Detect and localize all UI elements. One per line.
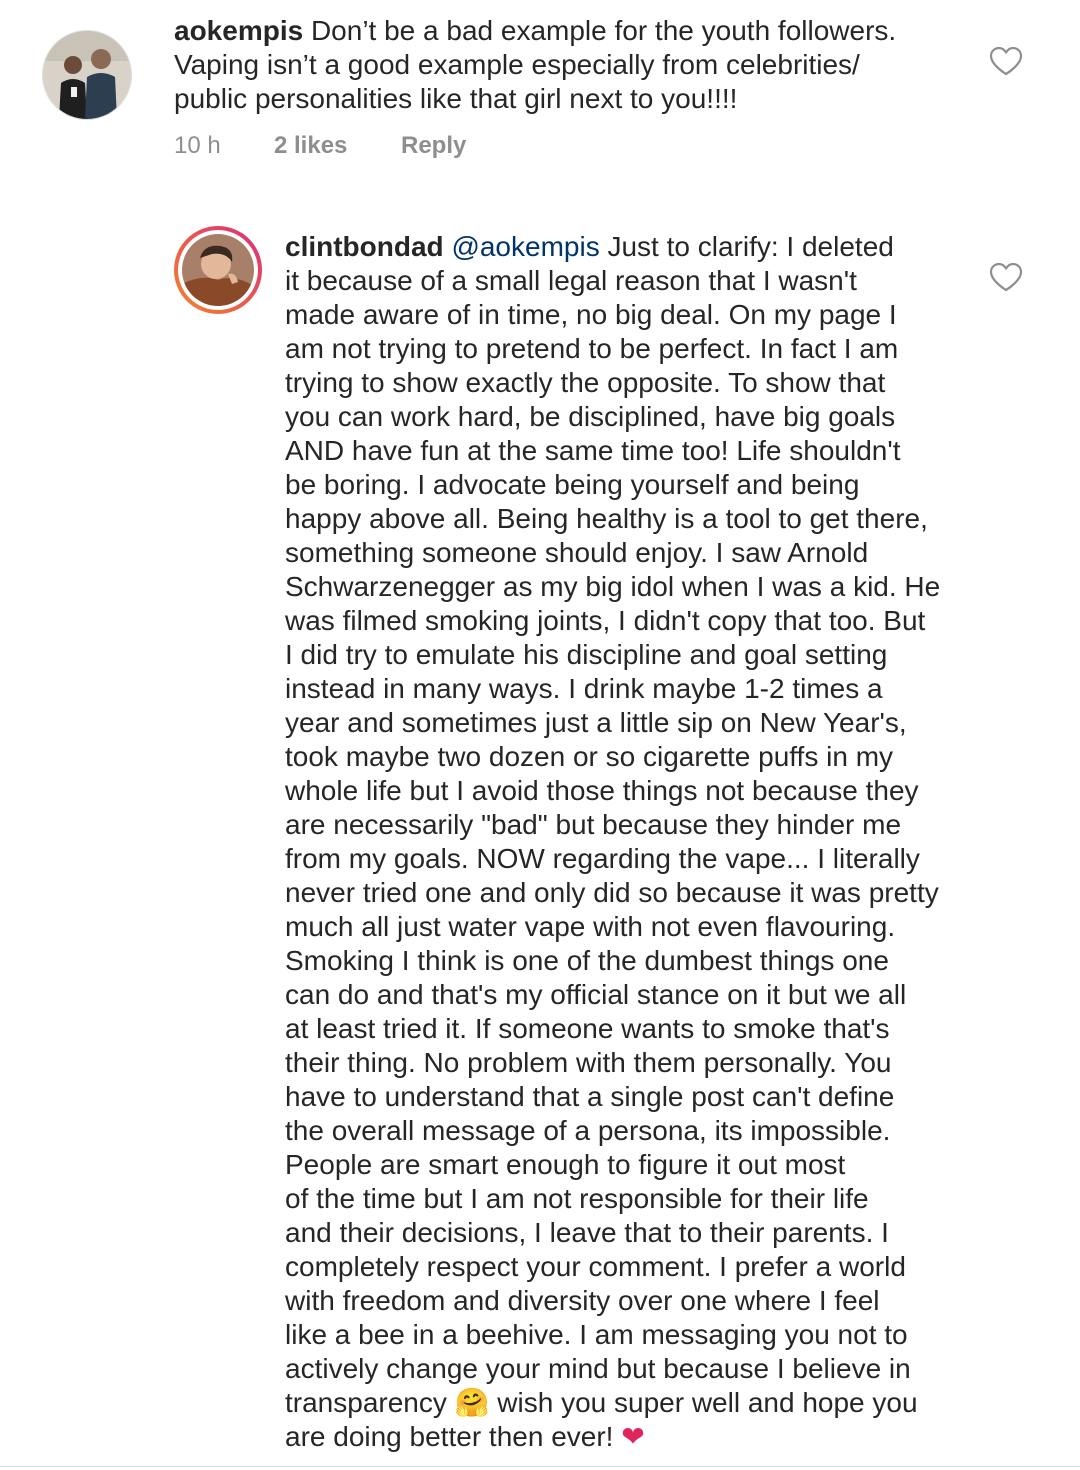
comment-line: Schwarzenegger as my big idol when I was… bbox=[285, 571, 941, 602]
comment-line: I did try to emulate his discipline and … bbox=[285, 639, 888, 670]
comment-line: year and sometimes just a little sip on … bbox=[285, 707, 907, 738]
comment-line: whole life but I avoid those things not … bbox=[285, 775, 919, 806]
comment-line: completely respect your comment. I prefe… bbox=[285, 1251, 906, 1282]
comment-line: trying to show exactly the opposite. To … bbox=[285, 367, 886, 398]
comment-last-line: are doing better then ever! ❤ bbox=[285, 1420, 985, 1454]
comment-line: am not trying to pretend to be perfect. … bbox=[285, 333, 899, 364]
avatar-aokempis[interactable] bbox=[42, 30, 132, 120]
avatar-clintbondad[interactable] bbox=[174, 226, 262, 314]
comment-line: their thing. No problem with them person… bbox=[285, 1047, 892, 1078]
mention-aokempis[interactable]: @aokempis bbox=[451, 231, 599, 262]
comment-time: 10 h bbox=[174, 132, 221, 159]
username-aokempis[interactable]: aokempis bbox=[174, 15, 303, 46]
comment-line: like a bee in a beehive. I am messaging … bbox=[285, 1319, 908, 1350]
comment-line: happy above all. Being healthy is a tool… bbox=[285, 503, 928, 534]
reply-button[interactable]: Reply bbox=[401, 132, 466, 160]
comment-line: from my goals. NOW regarding the vape...… bbox=[285, 843, 920, 874]
likes-count[interactable]: 2 likes bbox=[274, 132, 401, 160]
heart-outline-icon[interactable] bbox=[989, 46, 1023, 76]
comment-line: instead in many ways. I drink maybe 1-2 … bbox=[285, 673, 883, 704]
comment-line: made aware of in time, no big deal. On m… bbox=[285, 299, 897, 330]
comment-line: Smoking I think is one of the dumbest th… bbox=[285, 945, 889, 976]
comment-line: People are smart enough to figure it out… bbox=[285, 1149, 846, 1180]
comment-line: it because of a small legal reason that … bbox=[285, 265, 857, 296]
comment-line: something someone should enjoy. I saw Ar… bbox=[285, 537, 869, 568]
comment-line: never tried one and only did so because … bbox=[285, 877, 939, 908]
comment-line-text: transparency bbox=[285, 1387, 455, 1418]
comment-line: was filmed smoking joints, I didn't copy… bbox=[285, 605, 926, 636]
comment-line: much all just water vape with not even f… bbox=[285, 911, 896, 942]
comment-line: and their decisions, I leave that to the… bbox=[285, 1217, 889, 1248]
hugging-face-emoji: 🤗 bbox=[454, 1387, 490, 1418]
comment-line: actively change your mind but because I … bbox=[285, 1353, 911, 1384]
comment-line-text: wish you super well and hope you bbox=[489, 1387, 918, 1418]
comment-line: the overall message of a persona, its im… bbox=[285, 1115, 891, 1146]
comment-line: you can work hard, be disciplined, have … bbox=[285, 401, 896, 432]
comment-line: AND have fun at the same time too! Life … bbox=[285, 435, 901, 466]
divider bbox=[0, 1466, 1080, 1467]
comment-clintbondad: clintbondad @aokempis Just to clarify: I… bbox=[285, 230, 985, 1454]
comment-line: of the time but I am not responsible for… bbox=[285, 1183, 869, 1214]
comment-meta-aokempis: 10 h 2 likes Reply bbox=[174, 132, 466, 160]
comment-line-emoji: transparency 🤗 wish you super well and h… bbox=[285, 1386, 985, 1420]
comment-line: can do and that's my official stance on … bbox=[285, 979, 907, 1010]
comment-aokempis: aokempis Don’t be a bad example for the … bbox=[174, 14, 974, 116]
comment-line: Just to clarify: I deleted bbox=[599, 231, 894, 262]
comment-line: took maybe two dozen or so cigarette puf… bbox=[285, 741, 894, 772]
red-heart-emoji: ❤ bbox=[621, 1421, 645, 1452]
comment-line-text: are doing better then ever! bbox=[285, 1421, 622, 1452]
comment-line: have to understand that a single post ca… bbox=[285, 1081, 895, 1112]
heart-outline-icon[interactable] bbox=[989, 262, 1023, 292]
username-clintbondad[interactable]: clintbondad bbox=[285, 231, 444, 262]
comment-line: are necessarily "bad" but because they h… bbox=[285, 809, 902, 840]
comment-line: with freedom and diversity over one wher… bbox=[285, 1285, 880, 1316]
comment-line: be boring. I advocate being yourself and… bbox=[285, 469, 860, 500]
comment-line: at least tried it. If someone wants to s… bbox=[285, 1013, 890, 1044]
